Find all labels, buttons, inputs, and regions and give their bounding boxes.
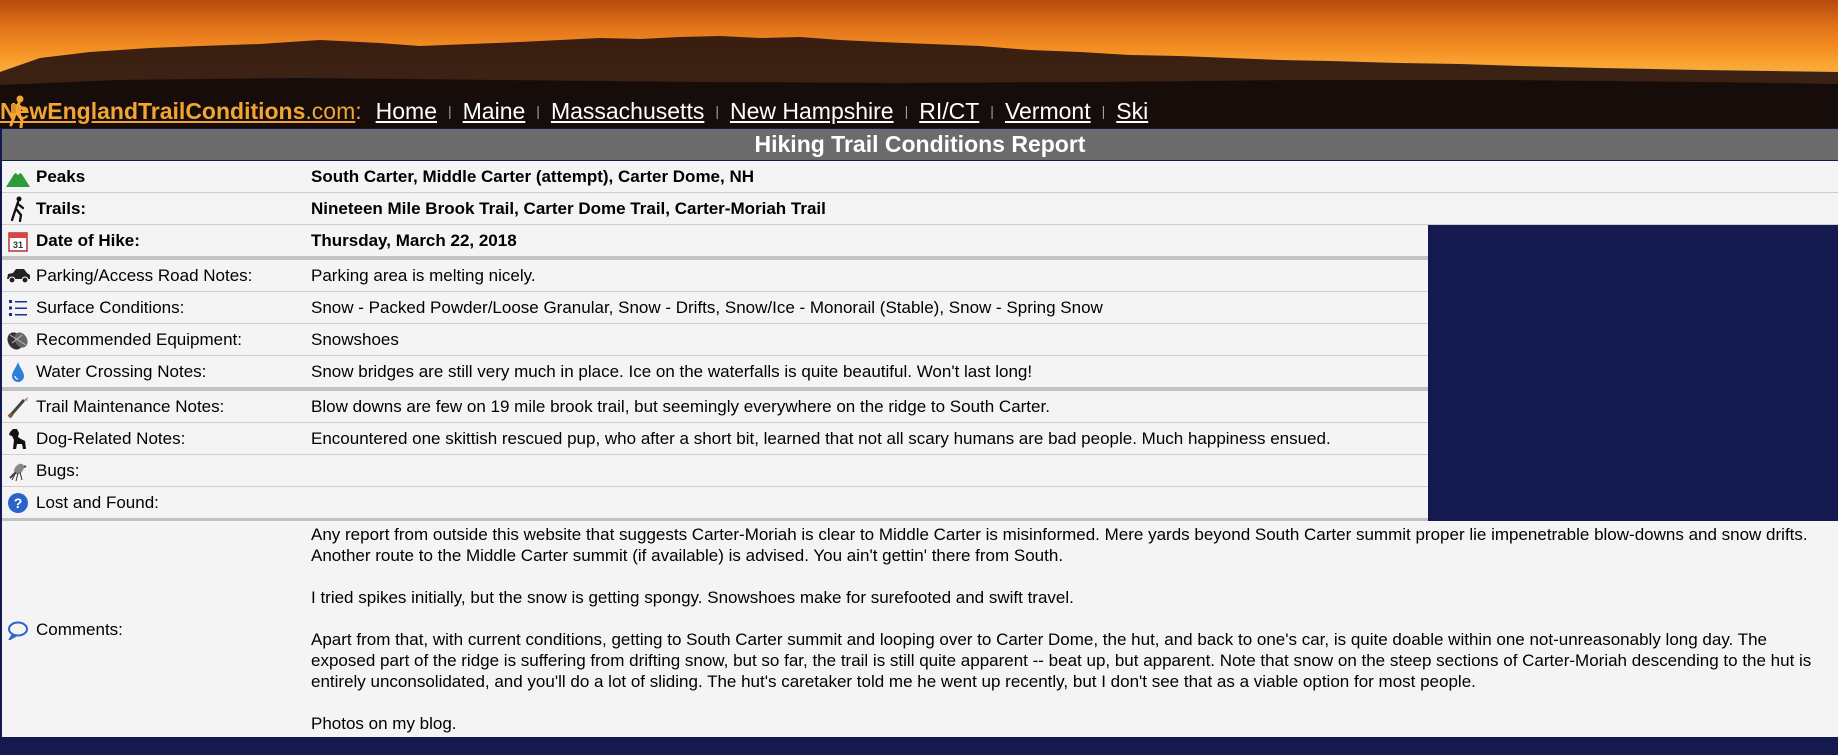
- hiker-logo-icon: [9, 95, 26, 128]
- maintenance-label: Trail Maintenance Notes:: [36, 396, 225, 416]
- water-label: Water Crossing Notes:: [36, 361, 207, 381]
- row-bugs: Bugs:: [2, 455, 1428, 487]
- nav-link-new-hampshire[interactable]: New Hampshire: [730, 98, 894, 125]
- site-tld[interactable]: .com: [305, 98, 355, 125]
- dog-value: Encountered one skittish rescued pup, wh…: [311, 428, 1331, 448]
- nav-separator: |: [715, 103, 719, 119]
- row-maintenance: Trail Maintenance Notes: Blow downs are …: [2, 391, 1428, 423]
- nav-link-ri-ct[interactable]: RI/CT: [919, 98, 979, 125]
- trails-label: Trails:: [36, 198, 87, 218]
- top-navigation: NewEnglandTrailConditions .com: Home | Mai…: [0, 94, 1838, 128]
- row-date: 31 Date of Hike: Thursday, March 22, 201…: [2, 225, 1428, 260]
- site-colon: :: [355, 97, 362, 124]
- dog-icon: [5, 426, 31, 452]
- ad-placeholder: [1432, 225, 1838, 517]
- mountain-icon: [5, 164, 31, 190]
- row-water: Water Crossing Notes: Snow bridges are s…: [2, 356, 1428, 391]
- surface-value: Snow - Packed Powder/Loose Granular, Sno…: [311, 297, 1103, 317]
- comments-text: Any report from outside this website tha…: [311, 524, 1821, 755]
- nav-link-massachusetts[interactable]: Massachusetts: [551, 98, 704, 125]
- mosquito-icon: [5, 458, 31, 484]
- date-label: Date of Hike:: [36, 230, 140, 250]
- comment-paragraph: Photos on my blog.: [311, 714, 457, 733]
- comments-label: Comments:: [36, 620, 123, 639]
- site-name-link[interactable]: NewEnglandTrailConditions: [0, 98, 305, 125]
- nav-separator: |: [536, 103, 540, 119]
- dog-label: Dog-Related Notes:: [36, 428, 186, 448]
- car-icon: [5, 263, 31, 289]
- svg-text:?: ?: [14, 495, 23, 511]
- nav-separator: |: [904, 103, 909, 119]
- equipment-label: Recommended Equipment:: [36, 329, 243, 349]
- nav-link-maine[interactable]: Maine: [463, 98, 526, 125]
- comment-paragraph: Any report from outside this website tha…: [311, 525, 1808, 565]
- question-icon: ?: [5, 490, 31, 516]
- parking-value: Parking area is melting nicely.: [311, 265, 536, 285]
- saw-icon: [5, 394, 31, 420]
- nav-link-vermont[interactable]: Vermont: [1005, 98, 1091, 125]
- row-lost-found: ? Lost and Found:: [2, 487, 1428, 522]
- snowshoe-icon: [5, 327, 31, 353]
- report-title: Hiking Trail Conditions Report: [2, 129, 1838, 160]
- row-dog: Dog-Related Notes: Encountered one skitt…: [2, 423, 1428, 455]
- maintenance-value: Blow downs are few on 19 mile brook trai…: [311, 396, 1050, 416]
- bugs-label: Bugs:: [36, 460, 80, 480]
- row-parking: Parking/Access Road Notes: Parking area …: [2, 260, 1428, 292]
- water-value: Snow bridges are still very much in plac…: [311, 361, 1033, 381]
- speech-bubble-icon: [5, 617, 31, 643]
- date-value: Thursday, March 22, 2018: [311, 230, 517, 250]
- nav-separator: |: [448, 103, 452, 119]
- list-icon: [5, 295, 31, 321]
- hiker-icon: [5, 196, 31, 222]
- calendar-icon: 31: [5, 228, 31, 254]
- row-comments: Comments: Any report from outside this w…: [2, 521, 1838, 737]
- peaks-label: Peaks: [36, 166, 86, 186]
- comment-paragraph: I tried spikes initially, but the snow i…: [311, 588, 1074, 607]
- comment-paragraph: Apart from that, with current conditions…: [311, 630, 1812, 691]
- row-trails: Trails: Nineteen Mile Brook Trail, Carte…: [2, 193, 1838, 225]
- page: NewEnglandTrailConditions .com: Home | Mai…: [0, 0, 1838, 737]
- trails-value: Nineteen Mile Brook Trail, Carter Dome T…: [311, 198, 826, 218]
- peaks-value: South Carter, Middle Carter (attempt), C…: [311, 166, 755, 186]
- row-surface: Surface Conditions: Snow - Packed Powder…: [2, 292, 1428, 324]
- header-banner: NewEnglandTrailConditions .com: Home | Mai…: [0, 0, 1838, 128]
- nav-link-home[interactable]: Home: [376, 98, 437, 125]
- equipment-value: Snowshoes: [311, 329, 399, 349]
- nav-separator: |: [1101, 103, 1106, 119]
- lost-found-label: Lost and Found:: [36, 492, 159, 512]
- surface-label: Surface Conditions:: [36, 297, 185, 317]
- water-drop-icon: [5, 359, 31, 385]
- row-equipment: Recommended Equipment: Snowshoes: [2, 324, 1428, 356]
- parking-label: Parking/Access Road Notes:: [36, 265, 253, 285]
- nav-link-ski[interactable]: Ski: [1116, 98, 1148, 125]
- svg-text:31: 31: [13, 240, 23, 250]
- row-peaks: Peaks South Carter, Middle Carter (attem…: [2, 161, 1838, 193]
- nav-separator: |: [990, 103, 994, 119]
